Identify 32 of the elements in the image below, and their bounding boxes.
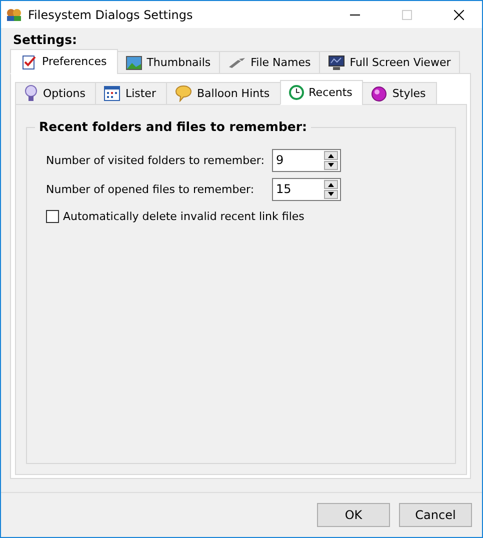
gem-icon [371,86,388,102]
tab[interactable]: Options [15,82,96,105]
checklist-icon [21,54,37,70]
settings-label: Settings: [13,32,78,48]
tab[interactable]: Full Screen Viewer [318,51,460,74]
grid-icon [104,86,120,101]
spin-arrows-icon[interactable] [324,180,338,198]
group-title: Recent folders and files to remember: [35,119,312,134]
tab[interactable]: Styles [362,82,437,105]
speech-bubble-icon [174,85,192,102]
pen-icon [228,56,246,68]
clock-icon [288,85,304,100]
spin-field[interactable]: 9 [272,148,341,172]
window-title: Filesystem Dialogs Settings [28,8,194,22]
dialog-button[interactable]: Cancel [399,503,472,527]
landscape-icon [126,56,142,70]
checkbox[interactable] [46,210,59,222]
lightbulb-icon [24,85,38,102]
tab[interactable]: Recents [280,80,364,105]
spin-arrows-icon[interactable] [324,150,338,170]
tab[interactable]: Thumbnails [116,51,220,74]
monitor-icon [328,54,345,70]
dialog-button[interactable]: OK [317,503,390,527]
tab[interactable]: Lister [95,82,167,105]
checkbox-label: Automatically delete invalid recent link files [63,210,304,222]
tab[interactable]: Balloon Hints [166,82,281,105]
tab[interactable]: Preferences [10,49,118,74]
close-icon[interactable] [454,10,464,20]
spin-field[interactable]: 15 [272,178,341,200]
field-label: Number of visited folders to remember: [46,154,266,166]
app-icon [6,8,22,22]
field-label: Number of opened files to remember: [46,182,256,196]
